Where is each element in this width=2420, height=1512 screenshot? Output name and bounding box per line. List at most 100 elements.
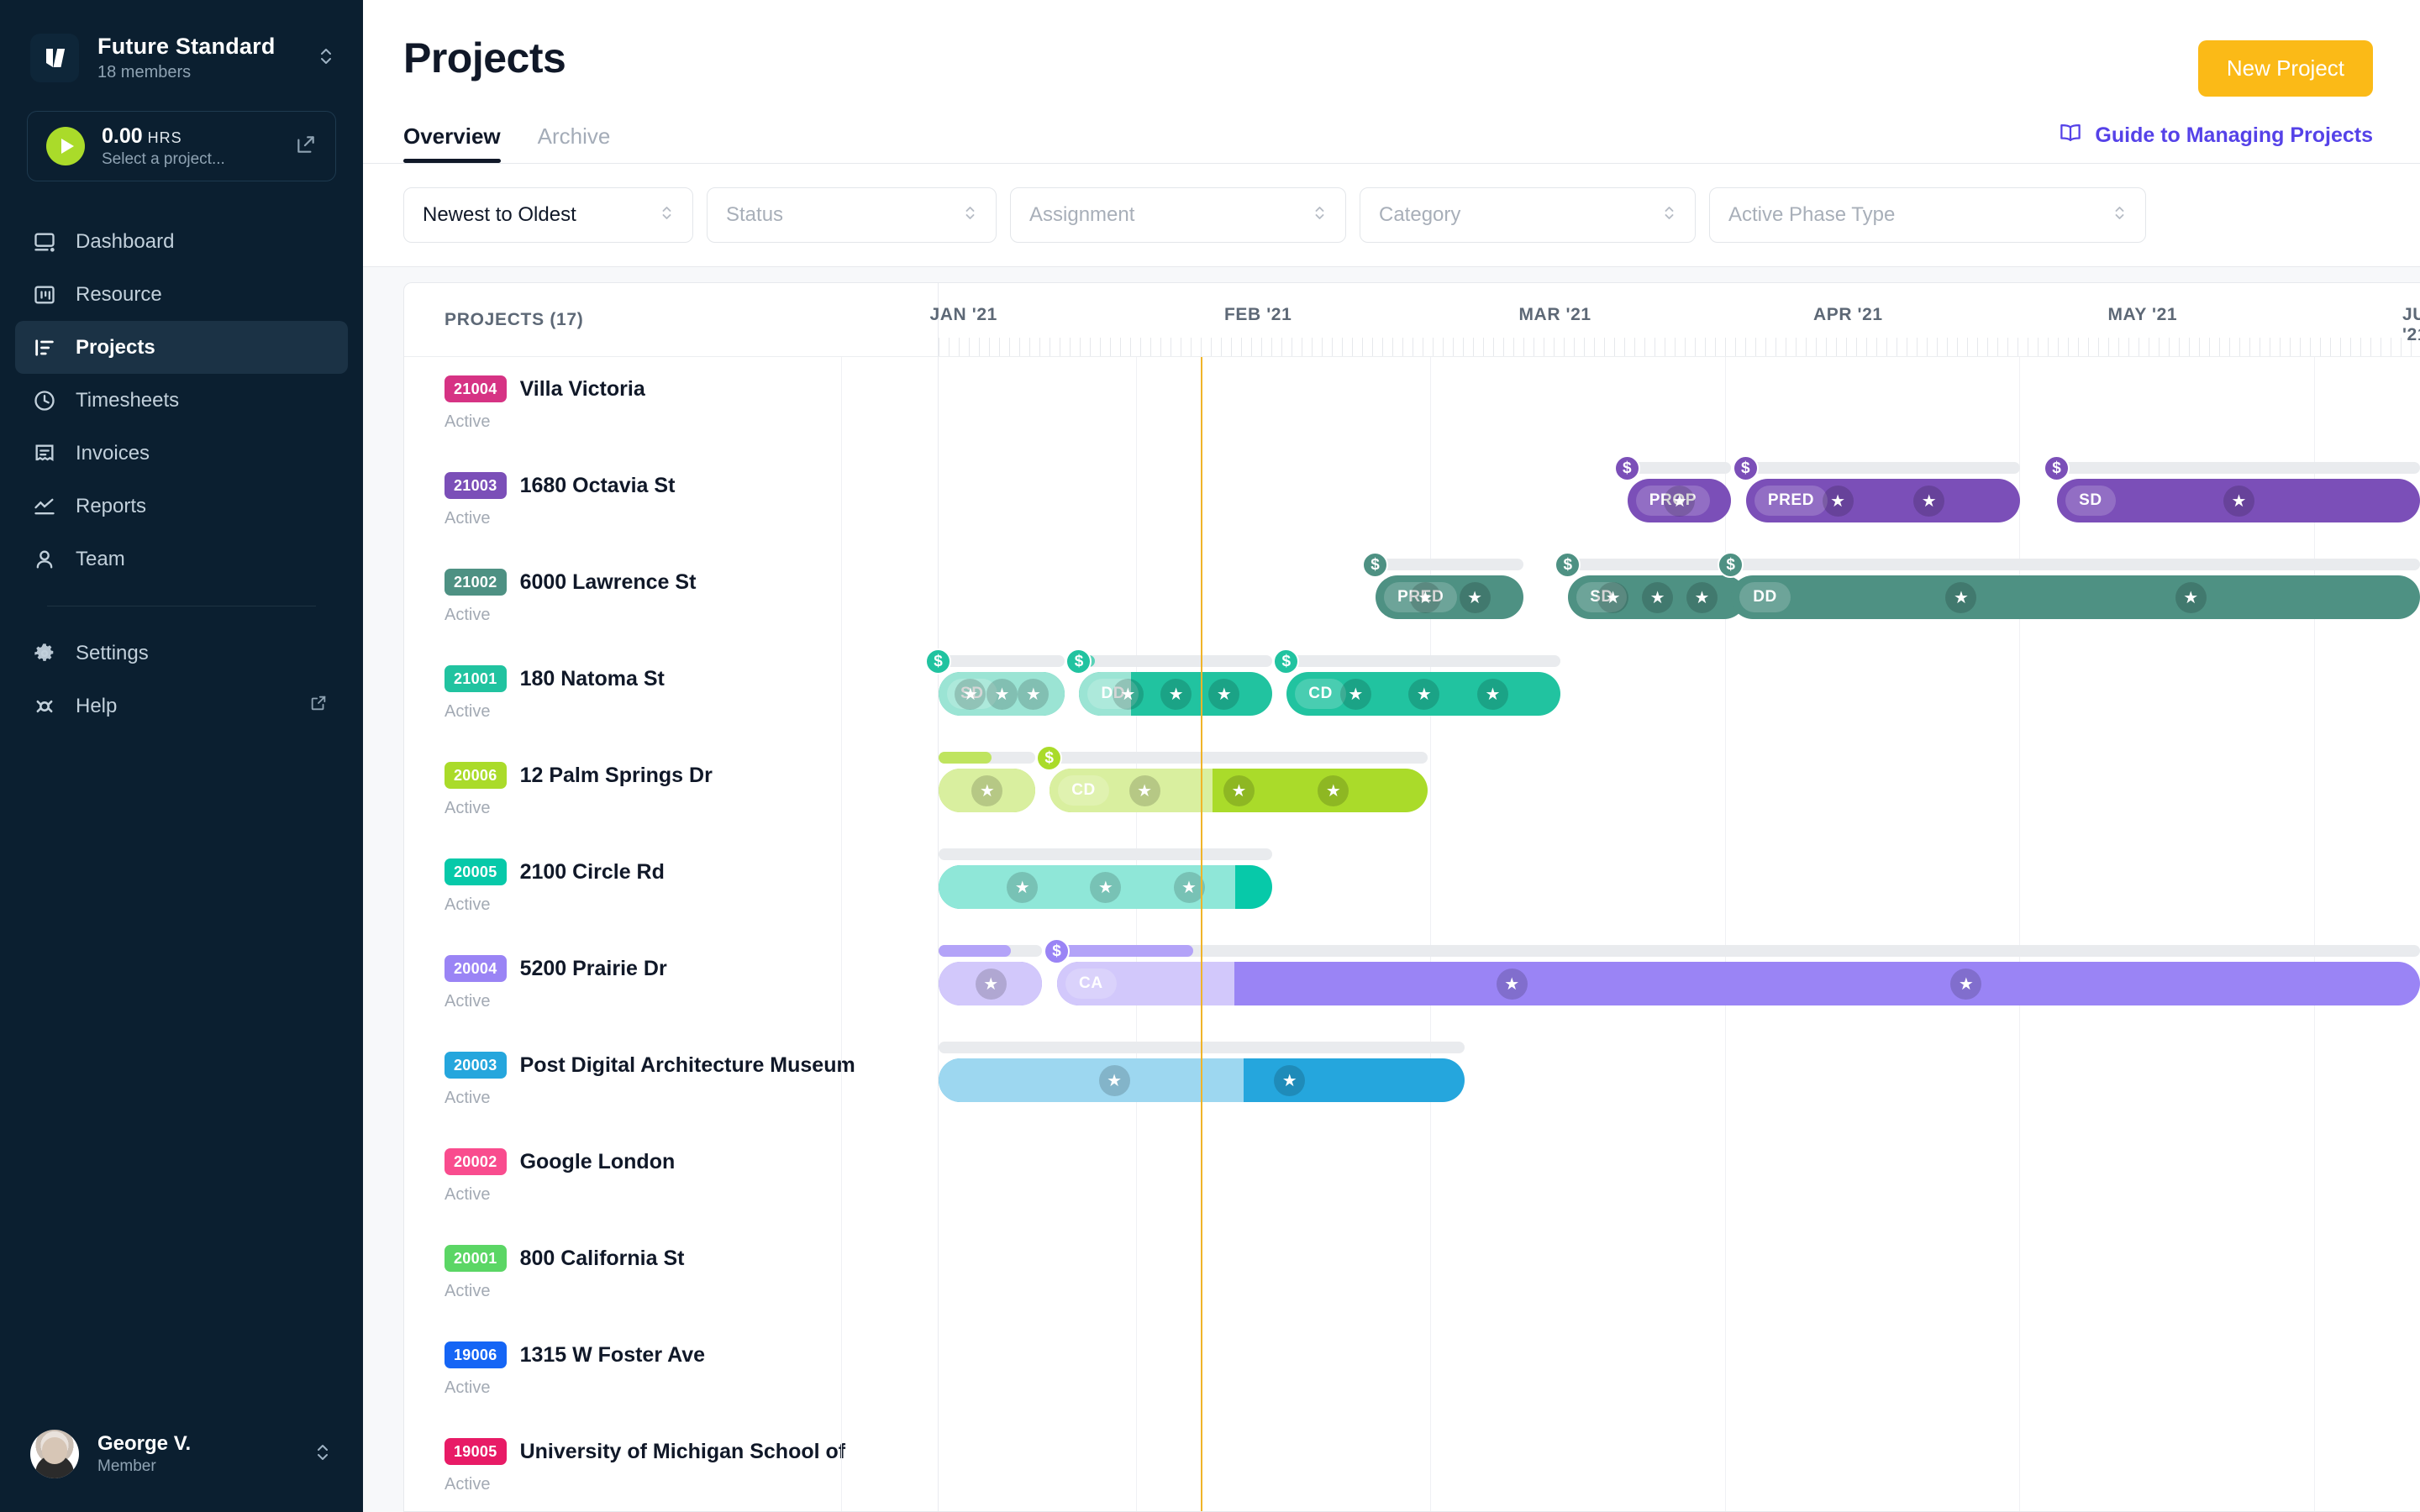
project-row[interactable]: 2000612 Palm Springs DrActive bbox=[404, 743, 938, 840]
gantt-phase-bar[interactable]: CD★★★ bbox=[1286, 672, 1560, 716]
sidebar-item-invoices[interactable]: Invoices bbox=[15, 427, 348, 480]
timer-widget[interactable]: 0.00HRS Select a project... bbox=[27, 111, 336, 181]
milestone-star-icon[interactable]: ★ bbox=[1113, 679, 1144, 710]
milestone-star-icon[interactable]: ★ bbox=[1223, 775, 1255, 806]
milestone-star-icon[interactable]: ★ bbox=[1318, 775, 1349, 806]
project-id-badge: 20004 bbox=[445, 955, 507, 982]
milestone-star-icon[interactable]: ★ bbox=[1160, 679, 1192, 710]
phase-invoice-dollar-badge[interactable]: $ bbox=[1555, 552, 1581, 578]
milestone-star-icon[interactable]: ★ bbox=[2223, 486, 2254, 517]
gantt-phase-bar[interactable]: CA★★ bbox=[1057, 962, 2420, 1005]
milestone-star-icon[interactable]: ★ bbox=[1950, 969, 1981, 1000]
project-row[interactable]: 200045200 Prairie DrActive bbox=[404, 937, 938, 1033]
user-menu[interactable]: George V. Member bbox=[0, 1430, 363, 1512]
chevron-up-down-icon[interactable] bbox=[314, 1441, 333, 1468]
org-member-count: 18 members bbox=[97, 63, 299, 82]
phase-invoice-dollar-badge[interactable]: $ bbox=[1614, 455, 1640, 481]
sidebar-item-resource[interactable]: Resource bbox=[15, 268, 348, 321]
milestone-star-icon[interactable]: ★ bbox=[1099, 1065, 1130, 1096]
milestone-star-icon[interactable]: ★ bbox=[1642, 582, 1673, 613]
gantt-phase-bar[interactable]: ★ bbox=[939, 962, 1042, 1005]
gantt-phase-bar[interactable]: PROP★ bbox=[1628, 479, 1731, 522]
gantt-phase-bar[interactable]: SD★★★ bbox=[939, 672, 1065, 716]
project-row[interactable]: 20002Google LondonActive bbox=[404, 1130, 938, 1226]
phase-invoice-dollar-badge[interactable]: $ bbox=[1065, 648, 1092, 675]
gantt-phase-bar[interactable]: DD★★★ bbox=[1079, 672, 1271, 716]
milestone-star-icon[interactable]: ★ bbox=[1129, 775, 1160, 806]
sidebar-item-team[interactable]: Team bbox=[15, 533, 348, 585]
tab-overview[interactable]: Overview bbox=[403, 123, 501, 163]
milestone-star-icon[interactable]: ★ bbox=[1497, 969, 1528, 1000]
milestone-star-icon[interactable]: ★ bbox=[1007, 872, 1038, 903]
guide-to-managing-projects-link[interactable]: Guide to Managing Projects bbox=[2058, 122, 2373, 163]
milestone-star-icon[interactable]: ★ bbox=[1340, 679, 1371, 710]
milestone-star-icon[interactable]: ★ bbox=[1174, 872, 1205, 903]
gantt-phase-bar[interactable]: DD★★ bbox=[1731, 575, 2420, 619]
project-status: Active bbox=[445, 1185, 938, 1205]
filter-category[interactable]: Category bbox=[1360, 187, 1696, 243]
milestone-star-icon[interactable]: ★ bbox=[1945, 582, 1976, 613]
sidebar-item-help[interactable]: Help bbox=[15, 680, 348, 732]
phase-invoice-dollar-badge[interactable]: $ bbox=[1718, 552, 1744, 578]
chevron-up-down-icon[interactable] bbox=[318, 45, 336, 72]
org-switcher[interactable]: Future Standard 18 members bbox=[0, 0, 363, 82]
milestone-star-icon[interactable]: ★ bbox=[986, 679, 1018, 710]
project-row[interactable]: 20003Post Digital Architecture MuseumAct… bbox=[404, 1033, 938, 1130]
milestone-star-icon[interactable]: ★ bbox=[1208, 679, 1239, 710]
milestone-star-icon[interactable]: ★ bbox=[1686, 582, 1718, 613]
play-icon[interactable] bbox=[46, 127, 85, 165]
phase-invoice-dollar-badge[interactable]: $ bbox=[1733, 455, 1759, 481]
milestone-star-icon[interactable]: ★ bbox=[2175, 582, 2207, 613]
sidebar-item-reports[interactable]: Reports bbox=[15, 480, 348, 533]
phase-invoice-dollar-badge[interactable]: $ bbox=[1044, 938, 1070, 964]
project-row[interactable]: 210031680 Octavia StActive bbox=[404, 454, 938, 550]
milestone-star-icon[interactable]: ★ bbox=[1408, 679, 1439, 710]
project-row[interactable]: 200052100 Circle RdActive bbox=[404, 840, 938, 937]
gantt-phase-bar[interactable]: ★ bbox=[939, 769, 1035, 812]
filter-active-phase-type[interactable]: Active Phase Type bbox=[1709, 187, 2146, 243]
dashboard-icon bbox=[32, 229, 57, 255]
milestone-star-icon[interactable]: ★ bbox=[976, 969, 1007, 1000]
phase-progress-track bbox=[1746, 462, 2020, 474]
phase-invoice-dollar-badge[interactable]: $ bbox=[1273, 648, 1299, 675]
phase-invoice-dollar-badge[interactable]: $ bbox=[925, 648, 951, 675]
milestone-star-icon[interactable]: ★ bbox=[1913, 486, 1944, 517]
new-project-button[interactable]: New Project bbox=[2198, 40, 2373, 97]
gantt-row: ★★ bbox=[939, 1033, 2420, 1130]
gantt-row: ★★★ bbox=[939, 840, 2420, 937]
timeline-column[interactable]: JAN '21FEB '21MAR '21APR '21MAY '21JUN '… bbox=[939, 283, 2420, 1511]
gantt-phase-bar[interactable]: ★★★ bbox=[939, 865, 1272, 909]
milestone-star-icon[interactable]: ★ bbox=[1597, 582, 1628, 613]
gantt-phase-bar[interactable]: SD★ bbox=[2057, 479, 2420, 522]
milestone-star-icon[interactable]: ★ bbox=[1460, 582, 1491, 613]
project-row[interactable]: 210026000 Lawrence StActive bbox=[404, 550, 938, 647]
milestone-star-icon[interactable]: ★ bbox=[1410, 582, 1441, 613]
sidebar-item-dashboard[interactable]: Dashboard bbox=[15, 215, 348, 268]
milestone-star-icon[interactable]: ★ bbox=[1477, 679, 1508, 710]
gantt-phase-bar[interactable]: PRED★★ bbox=[1376, 575, 1523, 619]
milestone-star-icon[interactable]: ★ bbox=[1823, 486, 1854, 517]
phase-invoice-dollar-badge[interactable]: $ bbox=[1036, 745, 1062, 771]
tab-archive[interactable]: Archive bbox=[538, 123, 611, 163]
project-row[interactable]: 20001800 California StActive bbox=[404, 1226, 938, 1323]
project-row[interactable]: 19005University of Michigan School ofAct… bbox=[404, 1420, 938, 1512]
edit-square-icon[interactable] bbox=[295, 134, 317, 160]
sidebar-item-projects[interactable]: Projects bbox=[15, 321, 348, 374]
sidebar-item-timesheets[interactable]: Timesheets bbox=[15, 374, 348, 427]
phase-invoice-dollar-badge[interactable]: $ bbox=[2044, 455, 2070, 481]
phase-invoice-dollar-badge[interactable]: $ bbox=[1362, 552, 1388, 578]
gantt-row bbox=[939, 357, 2420, 454]
project-row[interactable]: 190061315 W Foster AveActive bbox=[404, 1323, 938, 1420]
sidebar-item-settings[interactable]: Settings bbox=[15, 627, 348, 680]
project-row[interactable]: 21001180 Natoma StActive bbox=[404, 647, 938, 743]
filter-status[interactable]: Status bbox=[707, 187, 997, 243]
gantt-phase-bar[interactable]: SD★★★ bbox=[1568, 575, 1746, 619]
filter-assignment[interactable]: Assignment bbox=[1010, 187, 1346, 243]
avatar bbox=[30, 1430, 79, 1478]
gantt-phase-bar[interactable]: CD★★★ bbox=[1050, 769, 1428, 812]
filter-sort-order[interactable]: Newest to Oldest bbox=[403, 187, 693, 243]
milestone-star-icon[interactable]: ★ bbox=[1274, 1065, 1305, 1096]
gantt-phase-bar[interactable]: PRED★★ bbox=[1746, 479, 2020, 522]
project-row[interactable]: 21004Villa VictoriaActive bbox=[404, 357, 938, 454]
gantt-row: PRED★★$SD★★★$DD★★$ bbox=[939, 550, 2420, 647]
